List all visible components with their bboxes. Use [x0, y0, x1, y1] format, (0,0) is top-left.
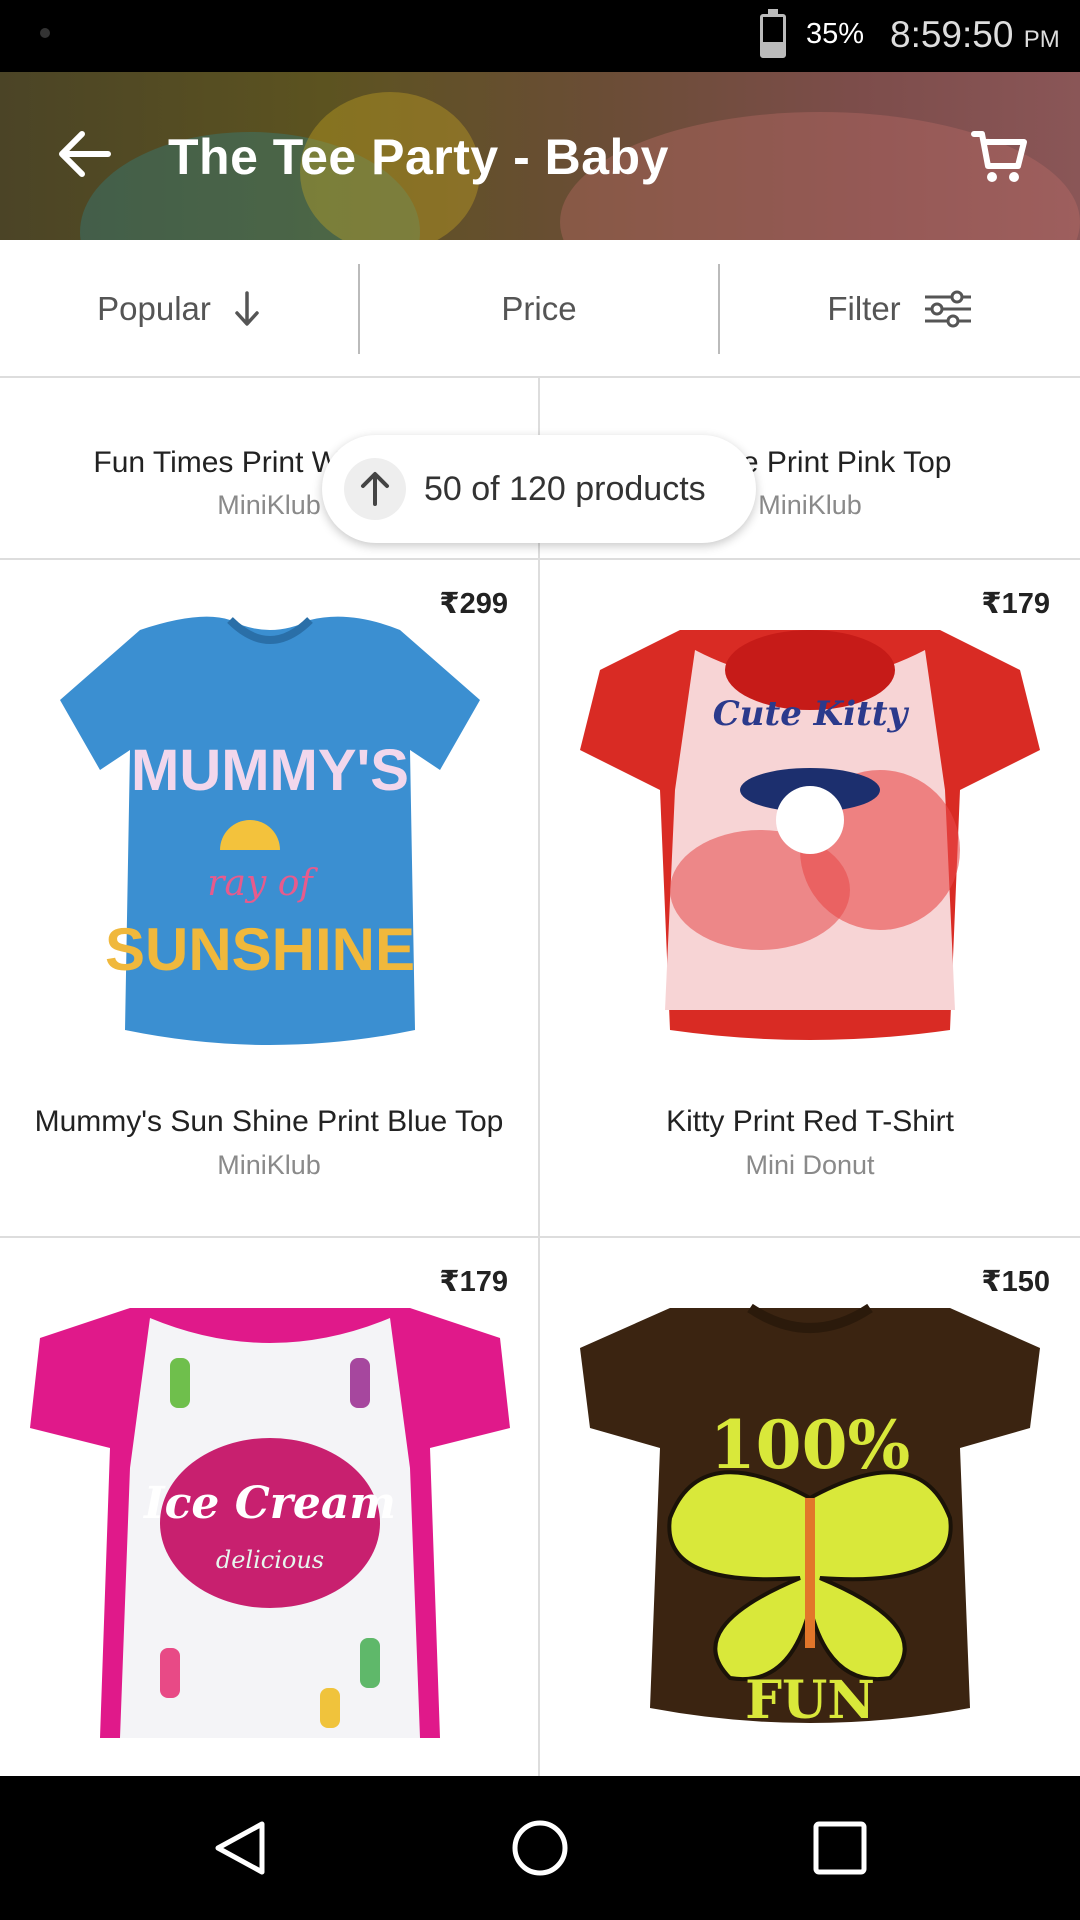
battery-percent: 35%	[806, 18, 865, 50]
app-header: The Tee Party - Baby	[0, 72, 1080, 240]
arrow-down-icon	[235, 291, 259, 326]
sort-price-button[interactable]: Price	[360, 240, 718, 378]
product-price: ₹179	[981, 588, 1050, 620]
product-card[interactable]: MUMMY'S ray of SUNSHINE ₹299 Mummy's Sun…	[0, 560, 540, 1238]
notification-dot-icon	[40, 28, 50, 38]
back-button[interactable]	[52, 122, 116, 186]
product-price: ₹179	[439, 1266, 508, 1298]
battery-icon	[760, 9, 786, 58]
nav-recents-button[interactable]	[810, 1818, 870, 1878]
print-text: delicious	[216, 1546, 324, 1574]
scroll-top-icon-wrap	[344, 458, 406, 520]
product-name: Mummy's Sun Shine Print Blue Top	[34, 1105, 504, 1138]
clock-time: 8:59:50	[890, 14, 1014, 55]
product-price: ₹299	[439, 588, 508, 620]
print-text: FUN	[745, 1670, 875, 1731]
product-image: MUMMY'S ray of SUNSHINE	[60, 616, 480, 1045]
print-text: ray of	[207, 863, 318, 904]
clock: 8:59:50 PM	[890, 14, 1060, 56]
product-image: Ice Cream delicious	[30, 1308, 510, 1738]
product-brand: MiniKlub	[217, 1150, 321, 1180]
product-brand: Mini Donut	[745, 1150, 875, 1180]
sort-popular-button[interactable]: Popular	[0, 240, 358, 378]
circle-home-icon	[512, 1820, 568, 1876]
cart-icon	[971, 131, 1027, 182]
page-title: The Tee Party - Baby	[168, 129, 669, 185]
scroll-to-top-pill[interactable]: 50 of 120 products	[322, 435, 756, 543]
square-recents-icon	[813, 1821, 867, 1875]
product-image: 100% FUN	[580, 1303, 1040, 1731]
product-card[interactable]: 100% FUN ₹150	[540, 1238, 1080, 1776]
triangle-back-icon	[215, 1821, 265, 1875]
arrow-up-icon	[361, 472, 389, 506]
cart-button[interactable]	[968, 124, 1032, 188]
product-grid: Fun Times Print White Top MiniKlub Natur…	[0, 378, 1080, 1776]
print-text: Ice Cream	[142, 1478, 396, 1529]
product-count-text: 50 of 120 products	[424, 469, 706, 508]
product-card[interactable]: Cute Kitty ₹179 Kitty Print Red T-Shirt …	[540, 560, 1080, 1238]
product-image: Cute Kitty	[580, 630, 1040, 1040]
system-nav-bar	[0, 1776, 1080, 1920]
sort-popular-label: Popular	[97, 290, 211, 327]
print-text: MUMMY'S	[131, 738, 409, 803]
product-card[interactable]: Ice Cream delicious ₹179	[0, 1238, 540, 1776]
sort-price-label: Price	[501, 290, 577, 327]
arrow-left-icon	[59, 131, 111, 177]
product-name: Kitty Print Red T-Shirt	[666, 1105, 954, 1138]
status-bar: 35% 8:59:50 PM	[0, 0, 1080, 72]
filter-button[interactable]: Filter	[720, 240, 1080, 378]
filter-label: Filter	[827, 290, 901, 327]
sort-filter-bar: Popular Price Filter	[0, 240, 1080, 378]
nav-back-button[interactable]	[210, 1818, 270, 1878]
sliders-icon	[924, 290, 971, 328]
print-text: SUNSHINE	[105, 916, 415, 983]
clock-ampm: PM	[1023, 26, 1060, 53]
print-text: Cute Kitty	[713, 694, 910, 734]
nav-home-button[interactable]	[510, 1818, 570, 1878]
product-price: ₹150	[981, 1266, 1050, 1298]
